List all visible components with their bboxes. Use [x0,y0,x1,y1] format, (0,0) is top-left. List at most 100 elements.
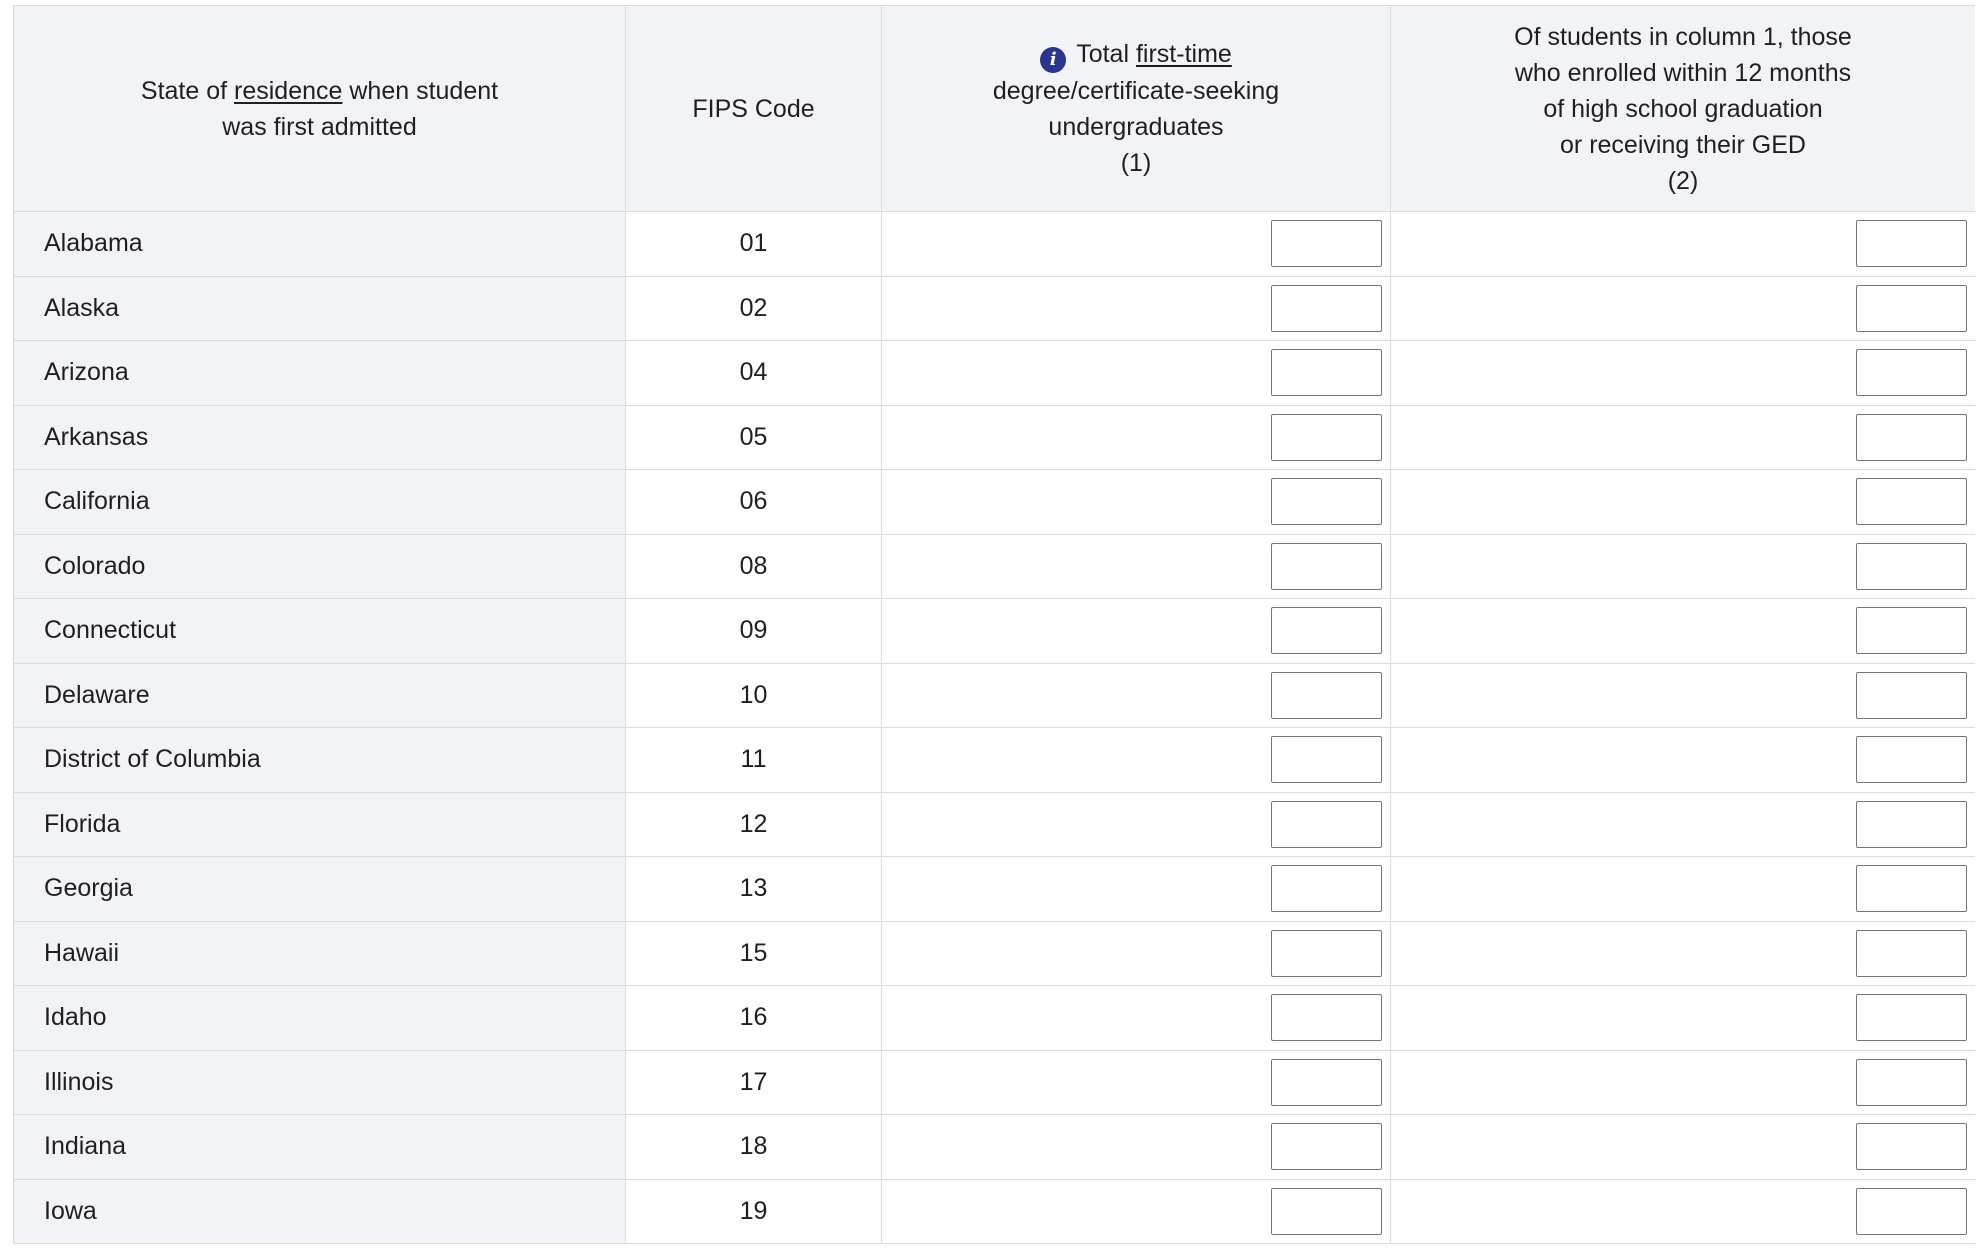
total-first-time-cell [881,920,1391,986]
recent-grads-input[interactable] [1856,1058,1967,1106]
recent-grads-input[interactable] [1856,1123,1967,1171]
header-state-text-pre: State of [140,76,235,105]
total-first-time-input[interactable] [1271,865,1382,913]
table-body: Alabama 01 Alaska 02 Arizona 04 Arkansas 05 Cali… [13,211,1975,1244]
recent-grads-cell [1390,727,1975,793]
state-name-cell: Arizona [13,340,626,406]
total-first-time-input[interactable] [1271,671,1382,719]
recent-grads-input[interactable] [1856,865,1967,913]
recent-grads-input[interactable] [1856,478,1967,526]
fips-code-cell: 16 [625,985,882,1051]
recent-grads-cell [1390,985,1975,1051]
residence-definition-link[interactable]: residence [234,77,342,105]
total-first-time-cell [881,469,1391,535]
state-name-cell: Iowa [13,1178,626,1244]
table-row: Iowa 19 [13,1178,1975,1244]
total-first-time-input[interactable] [1271,1123,1382,1171]
header-recent-line4: or receiving their GED [1560,130,1806,159]
total-first-time-input[interactable] [1271,929,1382,977]
recent-grads-input[interactable] [1856,542,1967,590]
total-first-time-input[interactable] [1271,1058,1382,1106]
header-recent-high-school-grads: Of students in column 1, those who enrol… [1390,5,1975,212]
total-first-time-cell [881,1114,1391,1180]
fips-code-cell: 10 [625,662,882,728]
header-state-text-post: when student [342,76,499,105]
residence-table-container: State of residence when student was firs… [13,5,1975,1251]
table-row: California 06 [13,469,1975,535]
table-row: Delaware 10 [13,662,1975,728]
state-name-cell: California [13,469,626,535]
total-first-time-input[interactable] [1271,284,1382,332]
total-first-time-input[interactable] [1271,607,1382,655]
header-recent-line5: (2) [1667,166,1699,195]
state-name-cell: Alaska [13,275,626,341]
state-name-cell: Hawaii [13,920,626,986]
total-first-time-input[interactable] [1271,542,1382,590]
total-first-time-cell [881,1178,1391,1244]
recent-grads-cell [1390,791,1975,857]
fips-code-cell: 08 [625,533,882,599]
state-name-cell: Florida [13,791,626,857]
total-first-time-input[interactable] [1271,994,1382,1042]
fips-code-cell: 12 [625,791,882,857]
table-row: Florida 12 [13,791,1975,857]
header-total-text-pre: Total [1076,40,1136,68]
total-first-time-input[interactable] [1271,800,1382,848]
recent-grads-cell [1390,275,1975,341]
fips-code-cell: 05 [625,404,882,470]
total-first-time-input[interactable] [1271,478,1382,526]
recent-grads-cell [1390,1178,1975,1244]
table-header-row: State of residence when student was firs… [13,5,1975,212]
state-name-cell: Illinois [13,1049,626,1115]
recent-grads-input[interactable] [1856,607,1967,655]
state-name-cell: Georgia [13,856,626,922]
recent-grads-input[interactable] [1856,413,1967,461]
total-first-time-cell [881,791,1391,857]
total-first-time-cell [881,598,1391,664]
header-fips-code: FIPS Code [625,5,882,212]
table-row: Alabama 01 [13,211,1975,277]
recent-grads-input[interactable] [1856,1187,1967,1235]
fips-code-cell: 09 [625,598,882,664]
total-first-time-input[interactable] [1271,736,1382,784]
recent-grads-cell [1390,1049,1975,1115]
total-first-time-input[interactable] [1271,1187,1382,1235]
recent-grads-cell [1390,856,1975,922]
table-row: Arkansas 05 [13,404,1975,470]
recent-grads-input[interactable] [1856,349,1967,397]
header-state-of-residence: State of residence when student was firs… [13,5,626,212]
recent-grads-input[interactable] [1856,929,1967,977]
table-row: Hawaii 15 [13,920,1975,986]
header-recent-line2: who enrolled within 12 months [1514,58,1852,87]
recent-grads-input[interactable] [1856,671,1967,719]
table-row: Illinois 17 [13,1049,1975,1115]
recent-grads-input[interactable] [1856,800,1967,848]
recent-grads-cell [1390,211,1975,277]
recent-grads-input[interactable] [1856,736,1967,784]
recent-grads-cell [1390,533,1975,599]
table-row: Arizona 04 [13,340,1975,406]
state-name-cell: Idaho [13,985,626,1051]
total-first-time-input[interactable] [1271,349,1382,397]
recent-grads-input[interactable] [1856,220,1967,268]
total-first-time-input[interactable] [1271,220,1382,268]
header-total-line4: (1) [1120,149,1152,177]
total-first-time-cell [881,211,1391,277]
first-time-definition-link[interactable]: first-time [1136,40,1232,68]
total-first-time-input[interactable] [1271,413,1382,461]
recent-grads-input[interactable] [1856,284,1967,332]
recent-grads-input[interactable] [1856,994,1967,1042]
fips-code-cell: 13 [625,856,882,922]
total-first-time-cell [881,533,1391,599]
table-row: Alaska 02 [13,275,1975,341]
state-name-cell: Alabama [13,211,626,277]
recent-grads-cell [1390,598,1975,664]
header-recent-line3: of high school graduation [1543,94,1823,123]
fips-code-cell: 15 [625,920,882,986]
total-first-time-cell [881,1049,1391,1115]
recent-grads-cell [1390,404,1975,470]
fips-code-cell: 11 [625,727,882,793]
table-row: District of Columbia 11 [13,727,1975,793]
total-first-time-cell [881,340,1391,406]
info-circle-icon[interactable]: i [1040,47,1067,73]
